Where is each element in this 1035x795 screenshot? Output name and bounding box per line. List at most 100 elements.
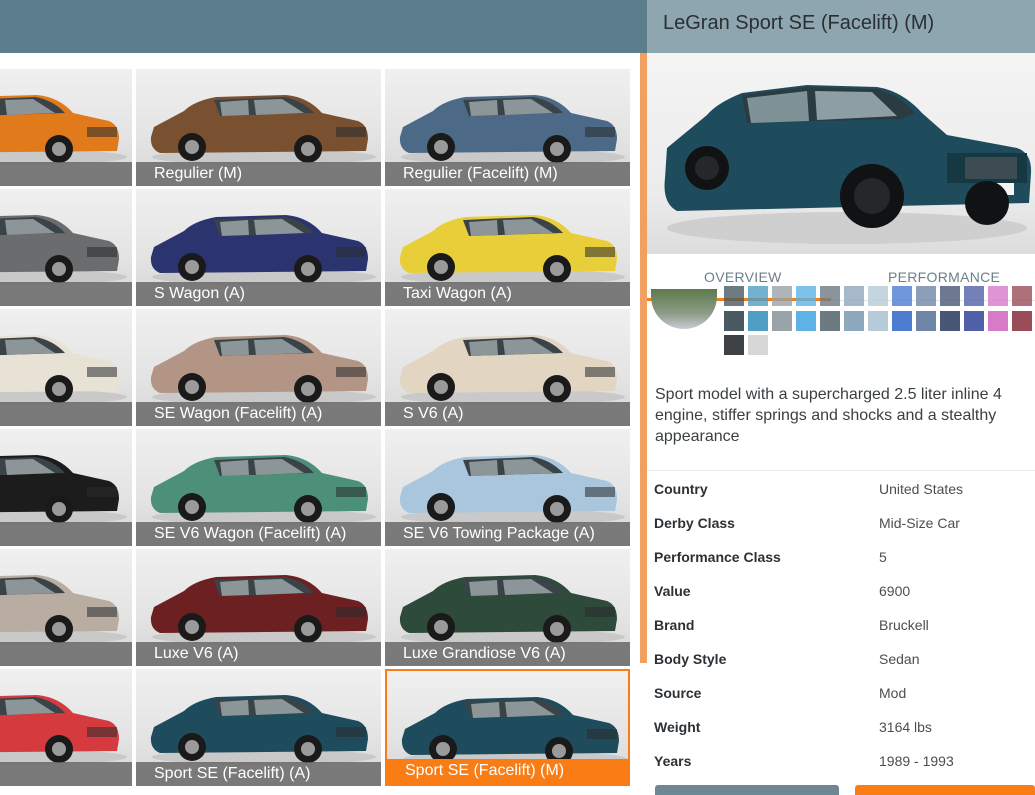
paint-swatch[interactable] [964, 286, 984, 306]
spec-row: Country United States [647, 472, 1035, 506]
spec-row: Performance Class 5 [647, 540, 1035, 574]
vehicle-tile-label: Luxe Grandiose V6 (A) [385, 642, 630, 666]
vehicle-tile[interactable]: S Wagon (A) [136, 189, 381, 306]
vehicle-tile-label: SE V6 Wagon (Facelift) (A) [136, 522, 381, 546]
vehicle-tile[interactable]: Sport SE (Facelift) (A) [136, 669, 381, 786]
vehicle-tile[interactable]: M) [0, 669, 132, 786]
vehicle-tile-label: Taxi Wagon (A) [385, 282, 630, 306]
vehicle-tile-label: Regulier (M) [136, 162, 381, 186]
spec-row: Derby Class Mid-Size Car [647, 506, 1035, 540]
vehicle-tile[interactable]: Sport SE (Facelift) (M) [385, 669, 630, 786]
vehicle-preview-image [647, 53, 1035, 254]
paint-swatch[interactable] [916, 286, 936, 306]
paint-swatch[interactable] [748, 311, 768, 331]
spec-key: Weight [654, 719, 701, 735]
vehicle-tile[interactable]: SE V6 Wagon (Facelift) (A) [136, 429, 381, 546]
spec-value: 3164 lbs [879, 719, 932, 735]
detail-panel: LeGran Sport SE (Facelift) (M) OVERVIEW … [647, 0, 1035, 795]
vehicle-tile[interactable] [0, 549, 132, 666]
vehicle-tile-label [0, 402, 132, 426]
detail-header: LeGran Sport SE (Facelift) (M) [647, 0, 1035, 53]
vehicle-tile[interactable]: Taxi Wagon (A) [385, 189, 630, 306]
paint-swatch[interactable] [772, 311, 792, 331]
vehicle-tile-label: S Wagon (A) [136, 282, 381, 306]
vehicle-tile[interactable]: Regulier (Facelift) (M) [385, 69, 630, 186]
gallery-scrollbar[interactable] [640, 53, 647, 663]
spec-key: Years [654, 753, 692, 769]
vehicle-tile[interactable]: SE Wagon (Facelift) (A) [136, 309, 381, 426]
vehicle-tile-label: nable (M) [0, 162, 132, 186]
vehicle-tile[interactable]: S V6 (A) [385, 309, 630, 426]
paint-swatch[interactable] [772, 286, 792, 306]
vehicle-tile[interactable]: SE V6 Towing Package (A) [385, 429, 630, 546]
vehicle-tile-label: Luxe V6 (A) [136, 642, 381, 666]
paint-swatch[interactable] [964, 311, 984, 331]
vehicle-tile[interactable]: nable (M) [0, 69, 132, 186]
vehicle-tile[interactable]: Luxe V6 (A) [136, 549, 381, 666]
spec-key: Source [654, 685, 702, 701]
paint-swatch[interactable] [724, 335, 744, 355]
paint-swatch[interactable] [844, 286, 864, 306]
vehicle-tile[interactable] [0, 189, 132, 306]
paint-swatch[interactable] [988, 311, 1008, 331]
car-preview-graphic [664, 85, 1032, 244]
paint-swatch[interactable] [892, 286, 912, 306]
spec-row: Weight 3164 lbs [647, 710, 1035, 744]
vehicle-tile[interactable] [0, 309, 132, 426]
vehicle-tile-label: M) [0, 762, 132, 786]
paint-swatch[interactable] [748, 335, 768, 355]
spec-row: Years 1989 - 1993 [647, 744, 1035, 778]
spec-value: 5 [879, 549, 887, 565]
paint-swatch[interactable] [868, 286, 888, 306]
spec-key: Brand [654, 617, 695, 633]
gallery-header [0, 0, 647, 53]
vehicle-tile-label: Regulier (Facelift) (M) [385, 162, 630, 186]
spec-row: Source Mod [647, 676, 1035, 710]
paint-swatch[interactable] [796, 286, 816, 306]
secondary-action-button[interactable] [655, 785, 839, 795]
paint-swatch[interactable] [940, 286, 960, 306]
vehicle-tile-label [0, 282, 132, 306]
spec-row: Value 6900 [647, 574, 1035, 608]
config-thumbnail[interactable] [651, 289, 717, 329]
spec-key: Derby Class [654, 515, 735, 531]
paint-swatch[interactable] [988, 286, 1008, 306]
primary-action-button[interactable] [855, 785, 1035, 795]
vehicle-tile[interactable]: Luxe Grandiose V6 (A) [385, 549, 630, 666]
paint-swatch[interactable] [820, 311, 840, 331]
paint-swatch[interactable] [724, 286, 744, 306]
tab-performance[interactable]: PERFORMANCE [888, 269, 1000, 285]
divider [647, 470, 1035, 471]
vehicle-tile[interactable]: Regulier (M) [136, 69, 381, 186]
paint-swatch[interactable] [724, 311, 744, 331]
spec-row: Brand Bruckell [647, 608, 1035, 642]
paint-swatch[interactable] [892, 311, 912, 331]
spec-value: Mid-Size Car [879, 515, 960, 531]
paint-swatch[interactable] [796, 311, 816, 331]
vehicle-tile-label: Sport SE (Facelift) (A) [136, 762, 381, 786]
spec-key: Performance Class [654, 549, 781, 565]
vehicle-tile[interactable] [0, 429, 132, 546]
paint-swatch[interactable] [916, 311, 936, 331]
vehicle-tile-label: SE Wagon (Facelift) (A) [136, 402, 381, 426]
vehicle-tile-label: Sport SE (Facelift) (M) [387, 759, 628, 784]
spec-key: Country [654, 481, 708, 497]
vehicle-gallery[interactable]: nable (M)Regulier (M)Regulier (Facelift)… [0, 53, 640, 795]
spec-key: Body Style [654, 651, 727, 667]
tab-overview[interactable]: OVERVIEW [704, 269, 782, 285]
spec-value: 6900 [879, 583, 911, 599]
vehicle-tile-label [0, 522, 132, 546]
paint-swatch[interactable] [1012, 311, 1032, 331]
spec-value: Mod [879, 685, 907, 701]
paint-swatch[interactable] [748, 286, 768, 306]
paint-swatch[interactable] [940, 311, 960, 331]
spec-value: Sedan [879, 651, 920, 667]
paint-swatch[interactable] [844, 311, 864, 331]
detail-title: LeGran Sport SE (Facelift) (M) [663, 12, 935, 34]
spec-value: 1989 - 1993 [879, 753, 954, 769]
paint-swatch-list [647, 286, 1035, 361]
spec-key: Value [654, 583, 691, 599]
paint-swatch[interactable] [820, 286, 840, 306]
paint-swatch[interactable] [1012, 286, 1032, 306]
paint-swatch[interactable] [868, 311, 888, 331]
